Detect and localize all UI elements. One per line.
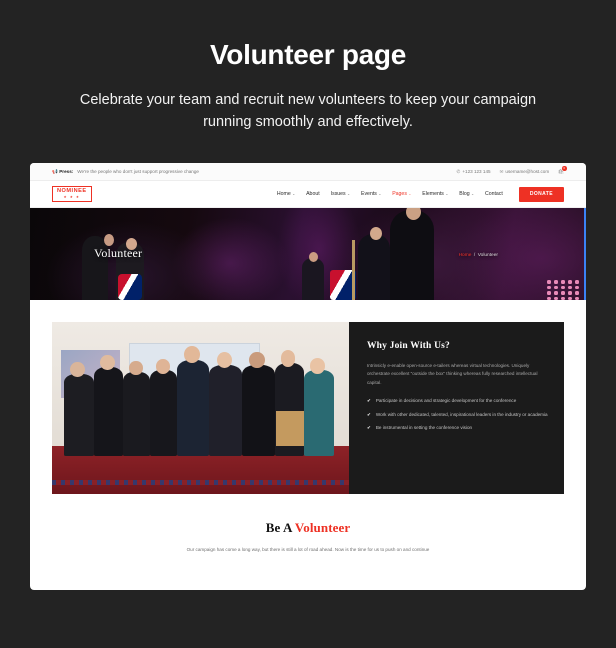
photo-person — [63, 373, 94, 457]
website-preview-card: 📢 Press: We're the people who don't just… — [30, 163, 586, 590]
press-text: We're the people who don't just support … — [77, 169, 199, 174]
hero-figure — [118, 274, 142, 300]
donate-button[interactable]: DONATE — [518, 186, 564, 202]
photo-person-skirt — [276, 411, 304, 446]
site-navbar: NOMINEE ★ ★ ★ Home ⌄ About Issues ⌄ Even… — [30, 181, 586, 208]
hero-figure — [358, 234, 390, 300]
cart-count-badge: 0 — [562, 166, 567, 171]
photo-person-head — [100, 354, 115, 371]
hero-figure — [309, 252, 318, 262]
hero-figure — [302, 258, 324, 300]
photo-person — [209, 365, 243, 457]
chevron-down-icon: ⌄ — [378, 192, 382, 196]
page-title: Volunteer page — [210, 39, 406, 70]
phone-icon: ✆ — [456, 168, 461, 174]
photo-person — [149, 370, 177, 457]
photo-person-head — [280, 350, 296, 367]
bullet-text: Be instrumental in setting the conferenc… — [375, 424, 473, 430]
phone-number: +123 123 145 — [462, 169, 491, 174]
topbar-phone[interactable]: ✆ +123 123 145 — [456, 169, 490, 175]
press-label: 📢 Press: — [52, 168, 74, 175]
cta-heading-plain: Be A — [265, 520, 295, 535]
why-join-bullet: ✔ Work with other dedicated, talented, i… — [367, 411, 548, 419]
hero-title: Volunteer — [94, 246, 143, 260]
nav-item-issues[interactable]: Issues ⌄ — [331, 191, 350, 197]
nav-item-contact[interactable]: Contact — [485, 191, 503, 197]
chevron-down-icon: ⌄ — [408, 192, 412, 196]
check-icon: ✔ — [366, 398, 371, 404]
logo-stars-icon: ★ ★ ★ — [63, 194, 81, 199]
photo-person-head — [310, 358, 326, 374]
be-a-volunteer-section: Be A Volunteer Our campaign has come a l… — [30, 494, 586, 552]
topbar-press-message: 📢 Press: We're the people who don't just… — [52, 169, 199, 175]
email-address: username@host.com — [505, 169, 550, 174]
chevron-down-icon: ⌄ — [347, 192, 350, 196]
hero-figure — [370, 227, 382, 240]
photo-person — [93, 366, 124, 457]
site-topbar: 📢 Press: We're the people who don't just… — [30, 163, 586, 181]
check-icon: ✔ — [366, 424, 371, 430]
why-join-bullet: ✔ Participate in decisions and strategic… — [367, 397, 548, 405]
cta-heading: Be A Volunteer — [30, 520, 586, 536]
page-scrollbar[interactable] — [584, 208, 586, 300]
cart-button[interactable]: 🛍 0 — [558, 166, 567, 175]
why-join-heading: Why Join With Us? — [366, 341, 450, 351]
chevron-down-icon: ⌄ — [445, 192, 449, 196]
photo-person — [123, 371, 150, 457]
promo-header: Volunteer page Celebrate your team and r… — [0, 0, 616, 134]
hero-banner: Volunteer Home / Volunteer — [30, 208, 586, 300]
megaphone-icon: 📢 — [52, 168, 58, 174]
breadcrumb-home[interactable]: Home — [459, 253, 472, 258]
photo-person — [176, 359, 210, 457]
chevron-down-icon: ⌄ — [292, 192, 296, 196]
dot-grid-decoration — [547, 280, 580, 300]
site-logo[interactable]: NOMINEE ★ ★ ★ — [52, 186, 92, 202]
check-icon: ✔ — [366, 411, 371, 417]
page-subtitle: Celebrate your team and recruit new volu… — [79, 91, 537, 131]
nav-menu: Home ⌄ About Issues ⌄ Events ⌄ Pages ⌄ E… — [277, 186, 564, 202]
photo-person-head — [129, 360, 143, 376]
envelope-icon: ✉ — [499, 168, 504, 174]
hero-figure — [104, 234, 114, 246]
nav-item-pages[interactable]: Pages ⌄ — [392, 191, 411, 197]
nav-item-blog[interactable]: Blog ⌄ — [459, 191, 474, 197]
breadcrumb: Home / Volunteer — [459, 253, 498, 258]
why-join-section: Why Join With Us? Intrinsicly e-enable o… — [30, 322, 586, 494]
why-join-paragraph: Intrinsicly e-enable open-source e-taile… — [366, 363, 538, 385]
chevron-down-icon: ⌄ — [471, 192, 474, 196]
nav-item-events[interactable]: Events ⌄ — [361, 191, 381, 197]
topbar-contacts: ✆ +123 123 145 ✉ username@host.com 🛍 0 — [456, 166, 567, 175]
cta-paragraph: Our campaign has come a long way, but th… — [186, 547, 430, 552]
why-join-panel: Why Join With Us? Intrinsicly e-enable o… — [348, 322, 564, 494]
bullet-text: Participate in decisions and strategic d… — [375, 398, 517, 404]
nav-item-home[interactable]: Home ⌄ — [277, 191, 295, 197]
breadcrumb-current: Volunteer — [477, 253, 498, 258]
nav-item-elements[interactable]: Elements ⌄ — [422, 191, 448, 197]
photo-person-head — [155, 359, 170, 374]
hero-figure — [390, 210, 434, 300]
why-join-bullet: ✔ Be instrumental in setting the confere… — [367, 424, 548, 432]
cta-heading-accent: Volunteer — [294, 520, 351, 535]
photo-person — [242, 365, 275, 457]
hero-figure — [352, 240, 355, 300]
nav-item-about[interactable]: About — [306, 191, 320, 197]
breadcrumb-separator: / — [473, 253, 476, 258]
volunteer-group-photo — [52, 322, 349, 494]
photo-person — [304, 370, 335, 457]
topbar-email[interactable]: ✉ username@host.com — [500, 169, 550, 175]
bullet-text: Work with other dedicated, talented, ins… — [375, 411, 548, 417]
section-spacer — [30, 300, 586, 322]
